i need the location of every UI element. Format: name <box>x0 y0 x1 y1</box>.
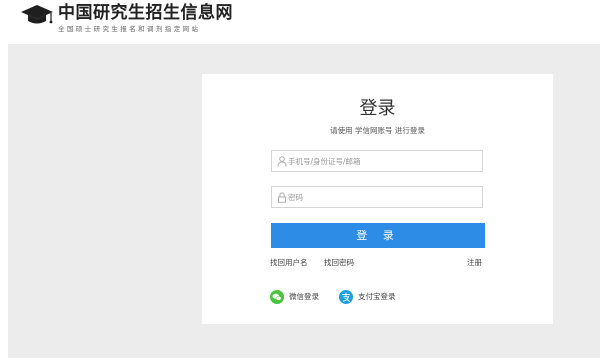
graduation-cap-icon <box>21 5 53 24</box>
site-title: 中国研究生招生信息网 <box>58 3 233 23</box>
login-subtitle: 请使用 学信网账号 进行登录 <box>330 126 425 135</box>
find-username-link[interactable]: 找回用户名 <box>270 258 308 268</box>
find-password-link[interactable]: 找回密码 <box>324 258 354 268</box>
site-subtitle: 全国硕士研究生报名和调剂指定网站 <box>58 25 201 33</box>
password-field[interactable] <box>271 186 483 208</box>
username-field[interactable] <box>271 150 483 172</box>
alipay-login-label: 支付宝登录 <box>358 292 396 301</box>
login-title: 登录 <box>359 98 396 119</box>
lock-icon <box>278 192 286 203</box>
alipay-icon <box>339 290 353 304</box>
wechat-login-button[interactable]: 微信登录 <box>270 290 330 304</box>
register-link[interactable]: 注册 <box>467 258 482 268</box>
wechat-icon <box>270 290 284 304</box>
login-button[interactable]: 登 录 <box>271 223 485 248</box>
username-input[interactable] <box>288 151 478 171</box>
user-icon <box>277 156 287 167</box>
site-header: 中国研究生招生信息网 全国硕士研究生报名和调剂指定网站 <box>0 0 600 44</box>
password-input[interactable] <box>288 187 478 207</box>
wechat-login-label: 微信登录 <box>289 292 319 301</box>
login-card: 登录 请使用 学信网账号 进行登录 登 录 找回用户名 找回密码 注册 微信登录… <box>202 74 553 324</box>
alipay-login-button[interactable]: 支付宝登录 <box>339 290 403 304</box>
